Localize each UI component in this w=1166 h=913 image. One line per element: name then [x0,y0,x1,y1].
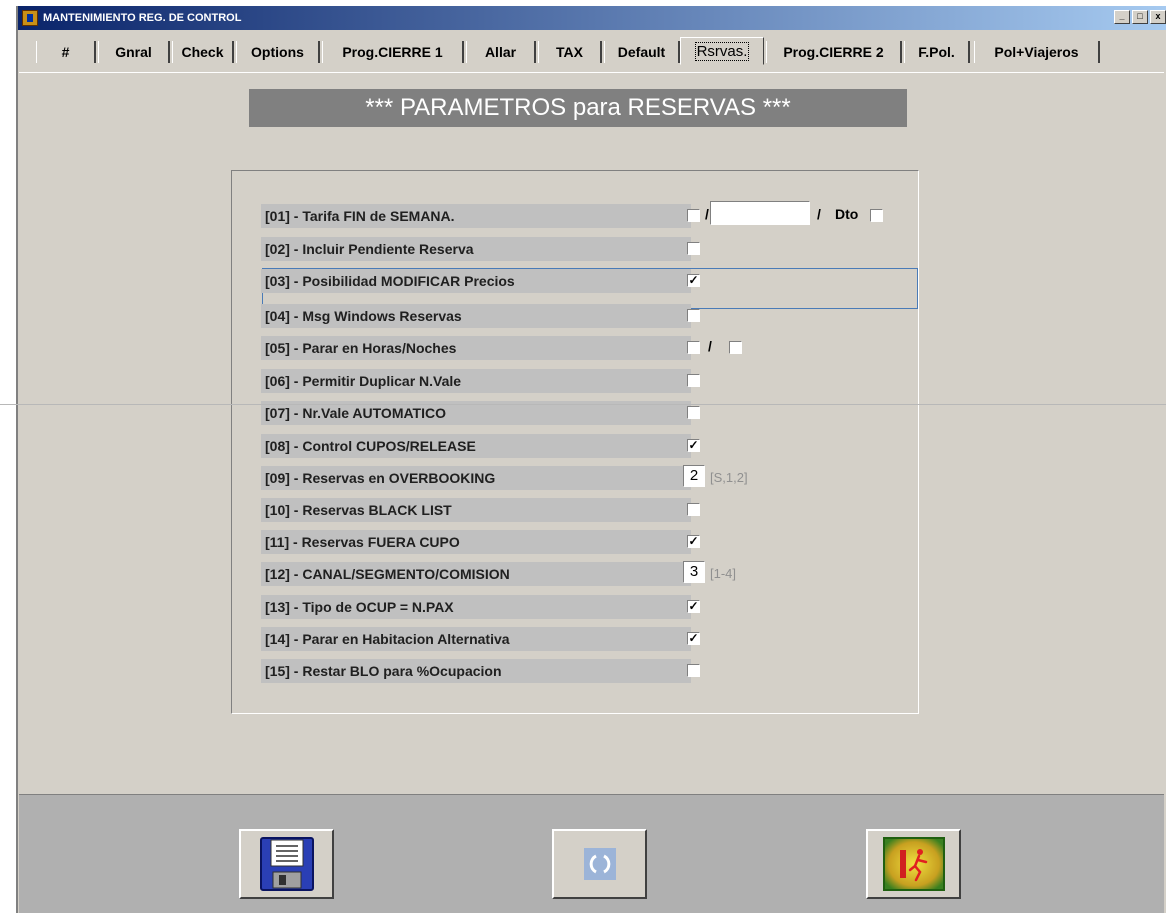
title-bar: MANTENIMIENTO REG. DE CONTROL _ □ x [18,6,1166,30]
window-controls: _ □ x [1114,10,1166,24]
param-01-checkbox[interactable] [687,209,700,222]
canal-segmento-input[interactable]: 3 [683,561,705,583]
param-03-checkbox[interactable] [687,274,700,287]
tab-prog-cierre-1[interactable]: Prog.CIERRE 1 [322,41,464,63]
param-12-label: [12] - CANAL/SEGMENTO/COMISION [261,562,691,586]
tab-page: *** PARAMETROS para RESERVAS *** [01] - … [19,72,1164,793]
tab-options[interactable]: Options [236,41,320,63]
params-panel: [01] - Tarifa FIN de SEMANA. / / Dto [02… [231,170,919,714]
param-11-checkbox[interactable] [687,535,700,548]
tab-gnral[interactable]: Gnral [98,41,170,63]
page-title: *** PARAMETROS para RESERVAS *** [249,89,907,127]
overbooking-hint: [S,1,2] [710,470,748,485]
param-02-checkbox[interactable] [687,242,700,255]
param-05-checkbox-2[interactable] [729,341,742,354]
tarifa-fin-semana-input[interactable] [710,201,810,225]
close-button[interactable]: x [1150,10,1166,24]
tab-default[interactable]: Default [604,41,680,63]
canal-segmento-hint: [1-4] [710,566,737,581]
tab-check[interactable]: Check [172,41,234,63]
refresh-icon [583,848,616,880]
dto-checkbox[interactable] [870,209,883,222]
tab-rsrvas-label: Rsrvas. [694,41,750,61]
tab-rsrvas[interactable]: Rsrvas. [680,37,764,65]
param-06-label: [06] - Permitir Duplicar N.Vale [261,369,691,393]
param-08-label: [08] - Control CUPOS/RELEASE [261,434,691,458]
param-14-checkbox[interactable] [687,632,700,645]
param-09-label: [09] - Reservas en OVERBOOKING [261,466,691,490]
exit-button[interactable] [866,829,961,899]
param-06-checkbox[interactable] [687,374,700,387]
tab-strip: # Gnral Check Options Prog.CIERRE 1 Alla… [18,33,1166,71]
param-15-checkbox[interactable] [687,664,700,677]
app-window: MANTENIMIENTO REG. DE CONTROL _ □ x # Gn… [16,6,1166,913]
footer-bar [19,794,1164,913]
overbooking-input[interactable]: 2 [683,465,705,487]
screen-divider-line [0,404,1166,405]
tab-f-pol[interactable]: F.Pol. [904,41,970,63]
app-icon [22,10,38,26]
param-14-label: [14] - Parar en Habitacion Alternativa [261,627,691,651]
param-10-label: [10] - Reservas BLACK LIST [261,498,691,522]
param-13-checkbox[interactable] [687,600,700,613]
floppy-disk-icon [259,837,314,891]
param-02-label: [02] - Incluir Pendiente Reserva [261,237,691,261]
param-03-label: [03] - Posibilidad MODIFICAR Precios [261,269,691,293]
param-04-checkbox[interactable] [687,309,700,322]
param-13-label: [13] - Tipo de OCUP = N.PAX [261,595,691,619]
param-08-checkbox[interactable] [687,439,700,452]
param-05-slash: / [708,338,712,354]
param-05-checkbox[interactable] [687,341,700,354]
maximize-button[interactable]: □ [1132,10,1148,24]
tab-tax[interactable]: TAX [538,41,602,63]
param-04-label: [04] - Msg Windows Reservas [261,304,691,328]
param-01-slash-2: / [817,206,821,222]
dto-label: Dto [835,206,859,222]
param-15-label: [15] - Restar BLO para %Ocupacion [261,659,691,683]
tab-prog-cierre-2[interactable]: Prog.CIERRE 2 [766,41,902,63]
param-01-label: [01] - Tarifa FIN de SEMANA. [261,204,691,228]
tab-pol-viajeros[interactable]: Pol+Viajeros [974,41,1100,63]
param-01-slash: / [705,206,709,222]
param-10-checkbox[interactable] [687,503,700,516]
param-11-label: [11] - Reservas FUERA CUPO [261,530,691,554]
param-07-checkbox[interactable] [687,406,700,419]
exit-door-icon [882,837,945,891]
tab-allar[interactable]: Allar [466,41,536,63]
param-05-label: [05] - Parar en Horas/Noches [261,336,691,360]
tab-hash[interactable]: # [36,41,96,63]
window-title: MANTENIMIENTO REG. DE CONTROL [43,12,242,24]
refresh-button[interactable] [552,829,647,899]
minimize-button[interactable]: _ [1114,10,1130,24]
save-button[interactable] [239,829,334,899]
